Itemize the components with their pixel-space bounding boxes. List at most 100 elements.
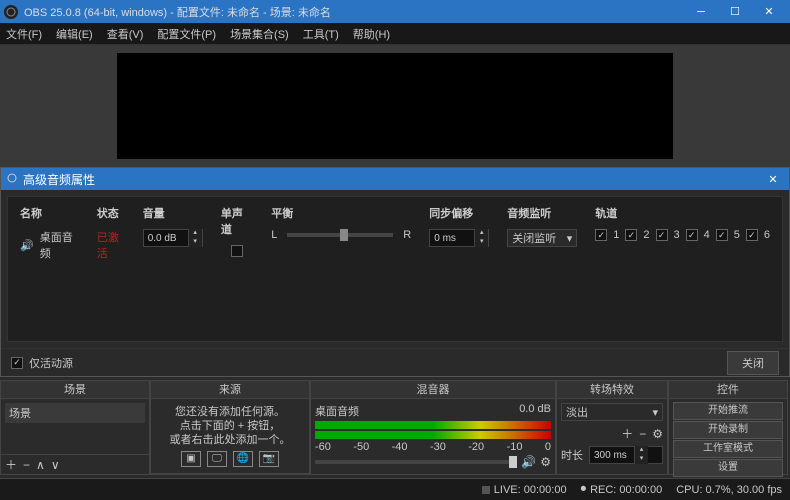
scene-add-icon[interactable]: ＋ (5, 456, 17, 473)
scene-up-icon[interactable]: ∧ (36, 458, 45, 472)
track-5-label: 5 (734, 229, 740, 241)
sync-spinbox[interactable]: ▴▾ (429, 229, 489, 247)
col-status-header: 状态 (97, 205, 125, 221)
dialog-footer: ✓ 仅活动源 关闭 (1, 348, 789, 376)
meter-20: -20 (468, 441, 484, 453)
source-status: 已激活 (97, 229, 125, 261)
mixer-gear-icon[interactable]: ⚙ (540, 455, 551, 469)
advanced-audio-dialog: 高级音频属性 ✕ 名称 🔊桌面音频 状态 已激活 音量 ▴▾ 单声道 (0, 167, 790, 377)
scenes-dock: 场景 场景 ＋ − ∧ ∨ (0, 380, 150, 475)
trans-dur-up-icon[interactable]: ▴ (634, 446, 648, 455)
trans-dur-input[interactable] (590, 450, 634, 461)
trans-remove-icon[interactable]: − (639, 427, 646, 441)
rec-indicator-icon: ⏺ (581, 483, 587, 496)
track-5-checkbox[interactable]: ✓ (716, 229, 728, 241)
col-mono-header: 单声道 (221, 205, 253, 237)
sources-title: 来源 (151, 381, 309, 399)
close-button[interactable]: ✕ (752, 0, 786, 23)
menu-tools[interactable]: 工具(T) (303, 26, 339, 42)
dialog-close-icon[interactable]: ✕ (763, 173, 783, 186)
volume-up-icon[interactable]: ▴ (188, 229, 202, 238)
studio-mode-button[interactable]: 工作室模式 (673, 440, 783, 458)
mixer-db: 0.0 dB (519, 403, 551, 419)
start-streaming-button[interactable]: 开始推流 (673, 402, 783, 420)
cpu-fps: CPU: 0.7%, 30.00 fps (676, 484, 782, 496)
col-balance-header: 平衡 (271, 205, 411, 221)
track-4-checkbox[interactable]: ✓ (686, 229, 698, 241)
monitor-select[interactable]: 关闭监听▾ (507, 229, 577, 247)
preview-canvas[interactable] (117, 53, 673, 159)
mono-checkbox[interactable] (231, 245, 243, 257)
active-only-row[interactable]: ✓ 仅活动源 (11, 355, 73, 371)
preview-area[interactable] (0, 45, 790, 167)
source-display-icon: 🖵 (207, 451, 227, 467)
scene-remove-icon[interactable]: − (23, 458, 30, 472)
volume-input[interactable] (144, 233, 188, 244)
menu-file[interactable]: 文件(F) (6, 26, 42, 42)
controls-title: 控件 (669, 381, 787, 399)
mixer-dock: 混音器 桌面音频0.0 dB -60 -50 -40 -30 -20 -10 0… (310, 380, 556, 475)
active-only-checkbox[interactable]: ✓ (11, 357, 23, 369)
trans-dur-down-icon[interactable]: ▾ (634, 455, 648, 464)
mixer-volume-slider[interactable] (315, 460, 517, 464)
mixer-meter-r (315, 431, 551, 439)
menu-edit[interactable]: 编辑(E) (56, 26, 93, 42)
mixer-mute-icon[interactable]: 🔊 (521, 455, 536, 469)
meter-40: -40 (392, 441, 408, 453)
track-3-checkbox[interactable]: ✓ (656, 229, 668, 241)
maximize-button[interactable]: ☐ (718, 0, 752, 23)
volume-down-icon[interactable]: ▾ (188, 238, 202, 247)
meter-60: -60 (315, 441, 331, 453)
minimize-button[interactable]: ─ (684, 0, 718, 23)
sync-input[interactable] (430, 233, 474, 244)
dialog-close-button[interactable]: 关闭 (727, 351, 779, 375)
menu-profile[interactable]: 配置文件(P) (157, 26, 216, 42)
rec-time: REC: 00:00:00 (590, 484, 662, 496)
source-name: 桌面音频 (40, 229, 79, 261)
track-3-label: 3 (674, 229, 680, 241)
col-sync-header: 同步偏移 (429, 205, 489, 221)
sources-empty-3: 或者右击此处添加一个。 (157, 433, 303, 447)
meter-10: -10 (507, 441, 523, 453)
titlebar: OBS 25.0.8 (64-bit, windows) - 配置文件: 未命名… (0, 0, 790, 23)
mixer-title: 混音器 (311, 381, 555, 399)
source-browser-icon: 🌐 (233, 451, 253, 467)
menubar: 文件(F) 编辑(E) 查看(V) 配置文件(P) 场景集合(S) 工具(T) … (0, 23, 790, 45)
settings-button[interactable]: 设置 (673, 459, 783, 477)
trans-dur-spinbox[interactable]: ▴▾ (589, 446, 663, 464)
sync-down-icon[interactable]: ▾ (474, 238, 488, 247)
scene-down-icon[interactable]: ∨ (51, 458, 60, 472)
dialog-logo-icon (7, 173, 17, 186)
menu-scenecol[interactable]: 场景集合(S) (230, 26, 289, 42)
sources-empty-2: 点击下面的 + 按钮， (157, 419, 303, 433)
balance-l-label: L (271, 229, 277, 241)
chevron-down-icon: ▾ (567, 232, 573, 245)
dialog-header[interactable]: 高级音频属性 ✕ (1, 168, 789, 190)
track-1-checkbox[interactable]: ✓ (595, 229, 607, 241)
transitions-dock: 转场特效 淡出▾ ＋ − ⚙ 时长 ▴▾ (556, 380, 668, 475)
track-4-label: 4 (704, 229, 710, 241)
track-6-label: 6 (764, 229, 770, 241)
live-indicator-icon (482, 486, 490, 494)
active-only-label: 仅活动源 (29, 355, 73, 371)
controls-dock: 控件 开始推流 开始录制 工作室模式 设置 退出 (668, 380, 788, 475)
balance-slider[interactable] (287, 233, 393, 237)
trans-gear-icon[interactable]: ⚙ (652, 427, 663, 441)
meter-30: -30 (430, 441, 446, 453)
scenes-title: 场景 (1, 381, 149, 399)
trans-add-icon[interactable]: ＋ (621, 425, 633, 442)
volume-spinbox[interactable]: ▴▾ (143, 229, 203, 247)
scene-item[interactable]: 场景 (5, 403, 145, 423)
mixer-src-name: 桌面音频 (315, 403, 359, 419)
col-monitor-header: 音频监听 (507, 205, 577, 221)
menu-view[interactable]: 查看(V) (107, 26, 144, 42)
sync-up-icon[interactable]: ▴ (474, 229, 488, 238)
trans-dur-label: 时长 (561, 447, 583, 463)
track-6-checkbox[interactable]: ✓ (746, 229, 758, 241)
trans-select[interactable]: 淡出▾ (561, 403, 663, 421)
menu-help[interactable]: 帮助(H) (353, 26, 390, 42)
col-name-header: 名称 (20, 205, 79, 221)
track-2-label: 2 (643, 229, 649, 241)
start-recording-button[interactable]: 开始录制 (673, 421, 783, 439)
track-2-checkbox[interactable]: ✓ (625, 229, 637, 241)
